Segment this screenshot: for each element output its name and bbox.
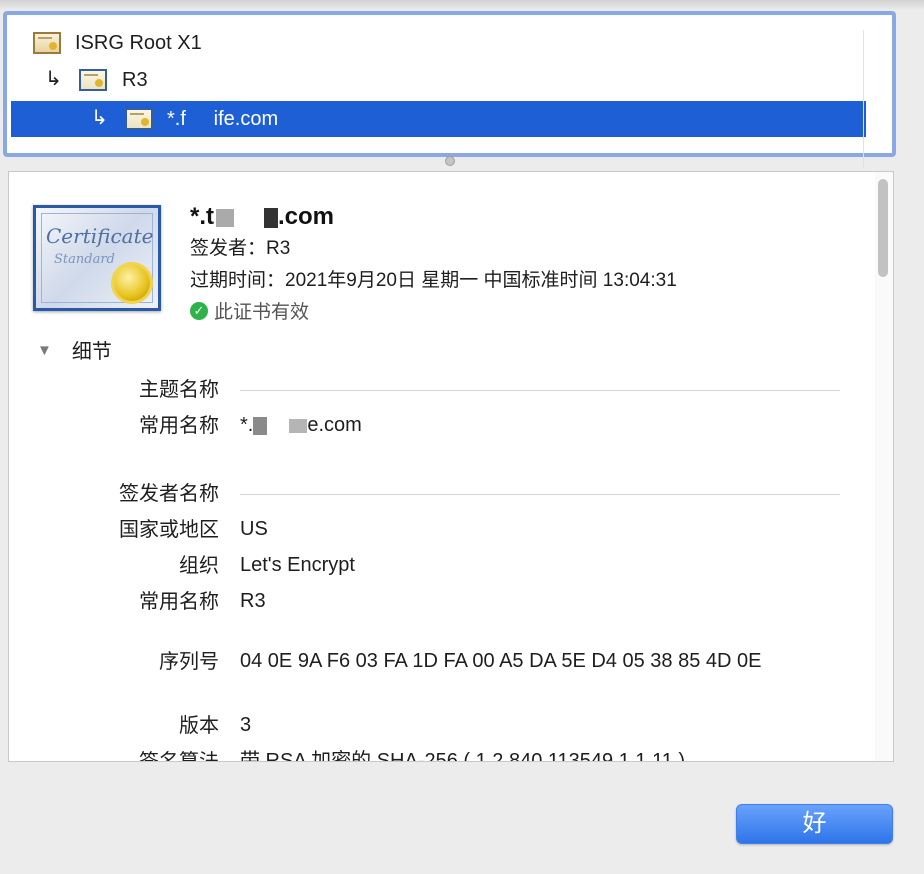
redacted-block	[264, 207, 278, 228]
chain-item-root[interactable]: ISRG Root X1	[11, 25, 866, 61]
title-prefix: *.t	[190, 203, 214, 230]
section-title: 主题名称	[139, 379, 219, 401]
validity-text: 此证书有效	[214, 302, 310, 323]
checkmark-icon: ✓	[190, 302, 208, 321]
expiry-line: 过期时间：2021年9月20日 星期一 中国标准时间 13:04:31	[190, 270, 677, 291]
field-label: 国家或地区	[119, 519, 219, 541]
redacted-block	[253, 416, 268, 435]
field-value: US	[240, 518, 268, 540]
certificate-image-word: Certificate	[46, 224, 154, 248]
certificate-detail-panel[interactable]: Certificate Standard *.t .com 签发者：R3 过期时间…	[8, 171, 894, 762]
certificate-icon	[79, 69, 107, 91]
certificate-chain-view[interactable]: ISRG Root X1 ↳ R3 ↳ *.f ife.com	[3, 11, 896, 168]
title-suffix: .com	[278, 203, 335, 230]
scrollbar-thumb[interactable]	[878, 179, 888, 277]
details-disclosure[interactable]: ▼ 细节	[37, 338, 112, 366]
chain-item-label: *.f ife.com	[167, 108, 279, 130]
chain-item-label: ISRG Root X1	[75, 32, 202, 54]
certificate-icon	[33, 32, 61, 54]
chain-item-label: R3	[122, 69, 148, 91]
certificate-chain-list[interactable]: ISRG Root X1 ↳ R3 ↳ *.f ife.com	[11, 21, 866, 151]
field-label: 版本	[179, 715, 219, 737]
field-label: 组织	[179, 555, 219, 577]
redacted-block	[289, 418, 308, 433]
section-title: 签发者名称	[119, 483, 219, 505]
section-divider	[240, 494, 840, 495]
split-view-handle[interactable]	[445, 156, 455, 166]
field-label: 签名算法	[139, 751, 219, 762]
seal-icon	[114, 265, 150, 301]
value-suffix: e.com	[307, 414, 362, 436]
validity-status: ✓ 此证书有效	[190, 299, 309, 327]
field-value: R3	[240, 590, 266, 612]
value-prefix: *.	[240, 414, 254, 436]
field-label: 常用名称	[139, 591, 219, 613]
certificate-title: *.t .com	[190, 201, 334, 233]
chain-item-leaf-selected[interactable]: ↳ *.f ife.com	[11, 101, 866, 137]
chain-divider	[863, 30, 864, 168]
window-top-edge	[0, 0, 924, 10]
field-label: 序列号	[159, 651, 219, 673]
field-value: *. e.com	[240, 411, 362, 439]
chain-item-intermediate[interactable]: ↳ R3	[11, 62, 866, 98]
field-value: 带 RSA 加密的 SHA-256 ( 1.2.840.113549.1.1.1…	[240, 750, 686, 762]
redacted-block	[216, 208, 234, 227]
field-label: 常用名称	[139, 415, 219, 437]
field-value: Let's Encrypt	[240, 554, 355, 576]
certificate-image: Certificate Standard	[33, 205, 161, 311]
disclosure-triangle-icon[interactable]: ▼	[37, 337, 52, 365]
section-divider	[240, 390, 840, 391]
chain-arrow-icon: ↳	[45, 68, 62, 90]
certificate-icon	[125, 108, 153, 130]
certificate-image-word2: Standard	[54, 252, 115, 267]
issuer-line: 签发者：R3	[190, 238, 291, 259]
chain-arrow-icon: ↳	[91, 107, 108, 129]
field-value: 04 0E 9A F6 03 FA 1D FA 00 A5 DA 5E D4 0…	[240, 650, 762, 672]
ok-button[interactable]: 好	[736, 804, 893, 844]
detail-scrollbar[interactable]	[875, 172, 893, 761]
details-label: 细节	[71, 341, 112, 363]
field-value: 3	[240, 714, 252, 736]
